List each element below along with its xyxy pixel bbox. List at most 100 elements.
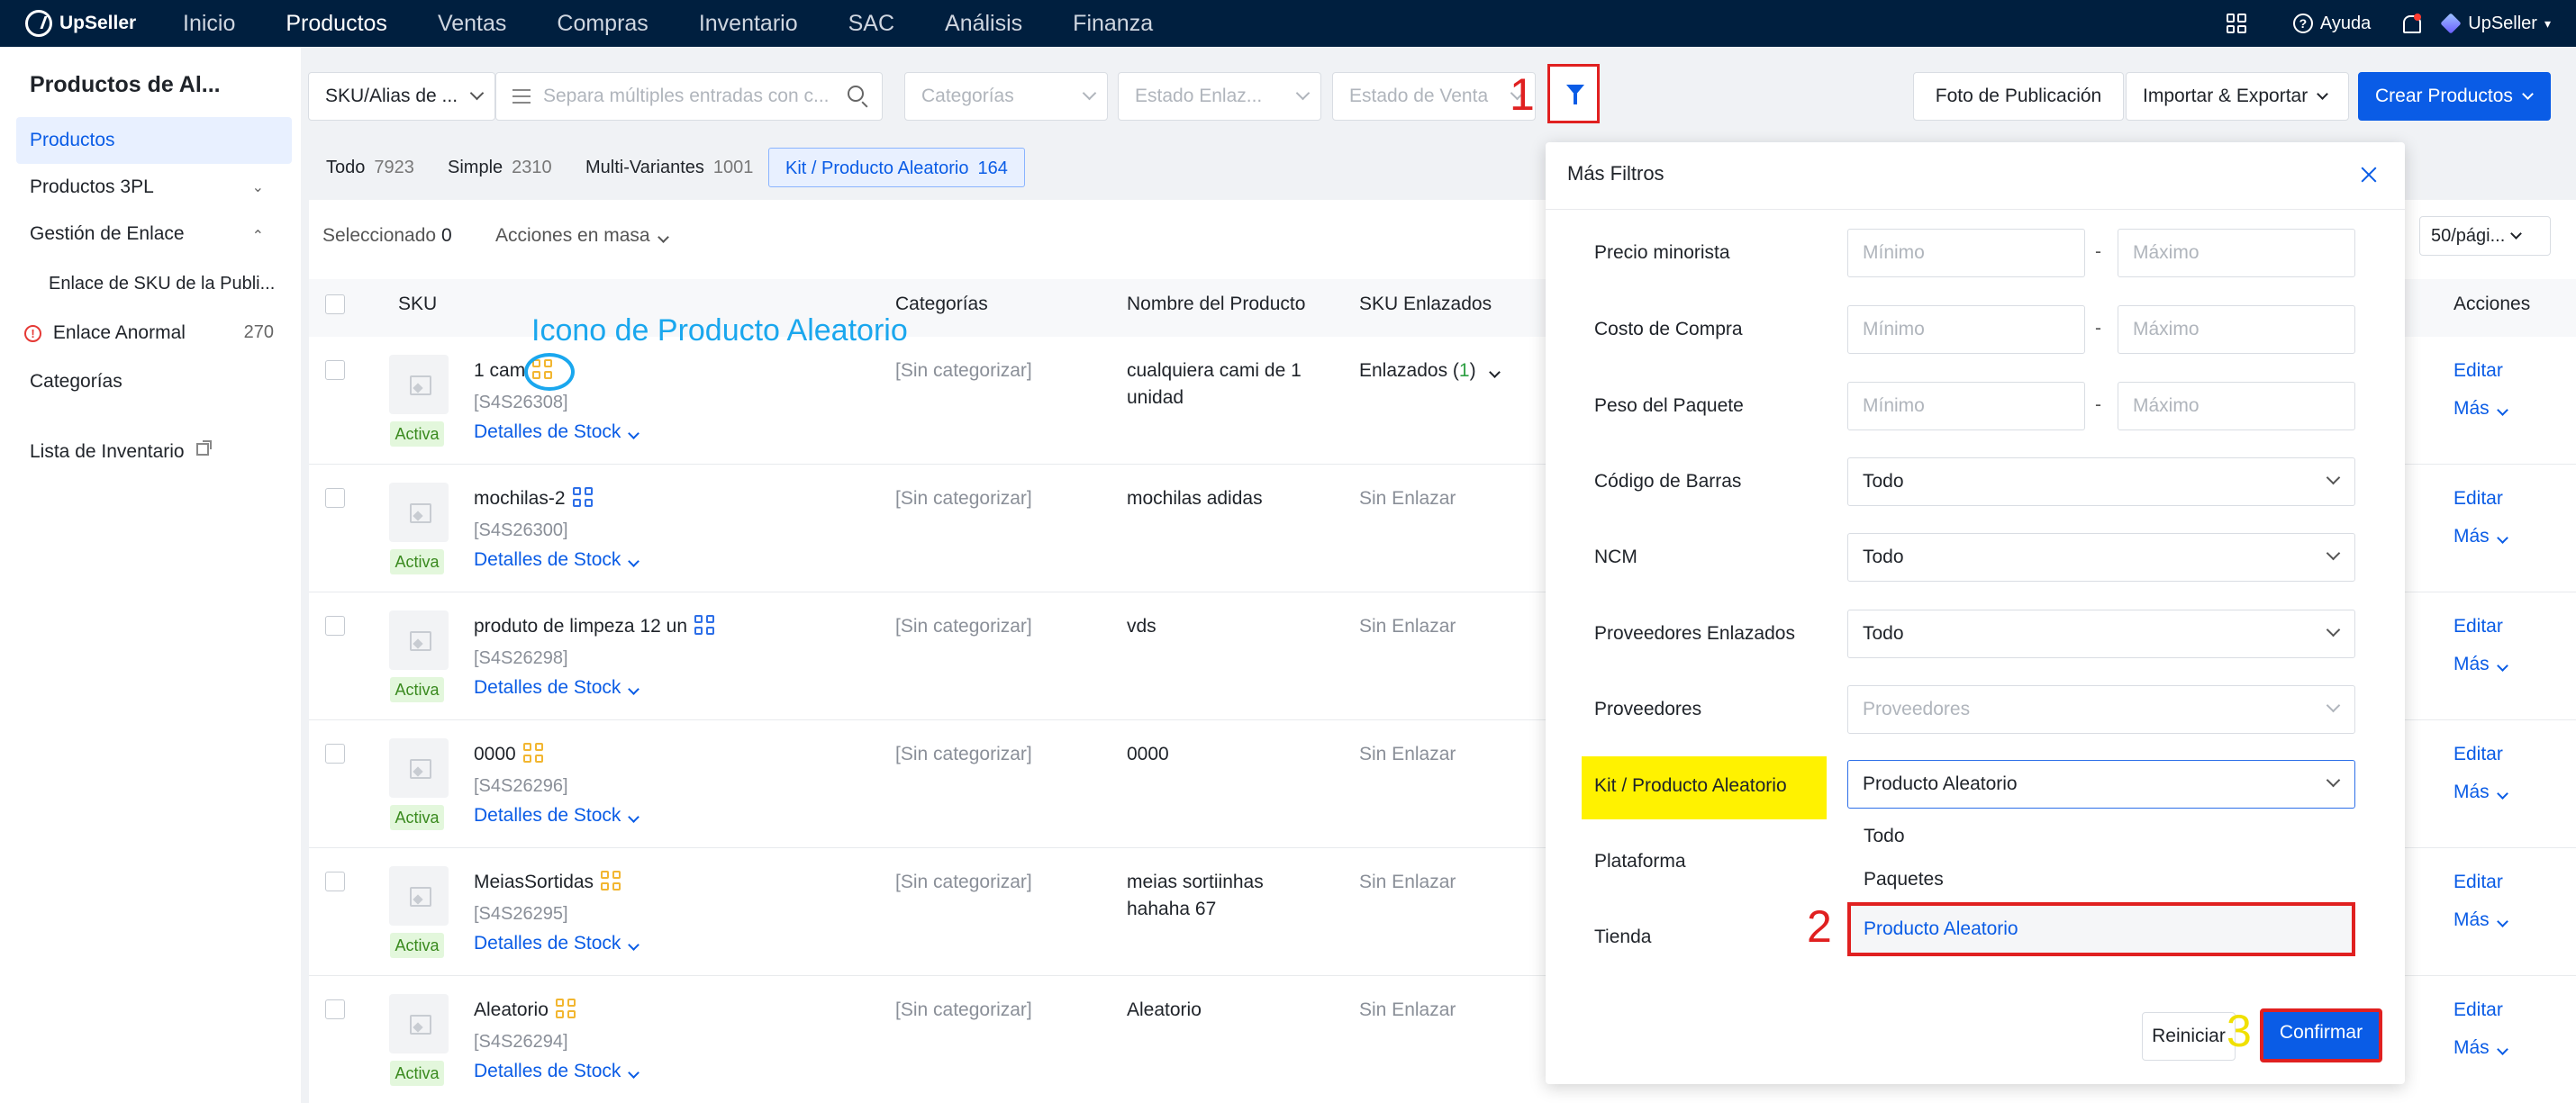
sidebar-item-productos-3pl[interactable]: Productos 3PL ⌄: [30, 176, 282, 198]
option-paquetes[interactable]: Paquetes: [1864, 866, 1944, 893]
stock-details-link[interactable]: Detalles de Stock: [474, 674, 640, 701]
sidebar-item-lista-inventario[interactable]: Lista de Inventario: [30, 440, 213, 463]
product-name[interactable]: produto de limpeza 12 un: [474, 613, 714, 640]
chevron-down-icon: [2496, 532, 2508, 544]
tab-count: 164: [977, 158, 1008, 178]
user-menu[interactable]: UpSeller: [2468, 14, 2537, 34]
peso-max-input[interactable]: Máximo: [2118, 382, 2355, 430]
chevron-down-icon[interactable]: ▾: [2544, 16, 2551, 32]
bulk-actions-dropdown[interactable]: Acciones en masa: [495, 225, 669, 247]
more-button[interactable]: Más: [2454, 779, 2508, 806]
select-all-checkbox[interactable]: [325, 294, 345, 314]
row-checkbox[interactable]: [325, 488, 345, 508]
stock-details-link[interactable]: Detalles de Stock: [474, 1058, 640, 1085]
sidebar-item-gestion-enlace[interactable]: Gestión de Enlace ⌃: [30, 223, 282, 245]
nav-finanza[interactable]: Finanza: [1073, 11, 1153, 37]
more-button[interactable]: Más: [2454, 523, 2508, 550]
costo-max-input[interactable]: Máximo: [2118, 305, 2355, 354]
page-size-select[interactable]: 50/pági...: [2419, 216, 2551, 256]
sku-type-select[interactable]: SKU/Alias de ...: [308, 72, 495, 121]
row-checkbox[interactable]: [325, 744, 345, 764]
stock-details-link[interactable]: Detalles de Stock: [474, 802, 640, 829]
reset-button[interactable]: Reiniciar: [2142, 1012, 2236, 1061]
foto-publicacion-button[interactable]: Foto de Publicación: [1913, 72, 2124, 121]
diamond-icon: [2440, 13, 2462, 34]
product-name[interactable]: Aleatorio: [474, 997, 576, 1024]
product-name[interactable]: 0000: [474, 741, 543, 768]
estado-venta-placeholder: Estado de Venta: [1349, 86, 1489, 106]
row-checkbox[interactable]: [325, 616, 345, 636]
edit-button[interactable]: Editar: [2454, 741, 2503, 768]
tab-count: 1001: [712, 158, 754, 177]
edit-button[interactable]: Editar: [2454, 357, 2503, 384]
proveedores-select[interactable]: Proveedores: [1847, 685, 2355, 734]
categorias-select[interactable]: Categorías: [904, 72, 1108, 121]
nav-productos[interactable]: Productos: [286, 11, 387, 37]
tab-kit-producto-aleatorio[interactable]: Kit / Producto Aleatorio 164: [768, 148, 1025, 187]
external-link-icon: [196, 440, 213, 456]
help-link[interactable]: Ayuda: [2320, 14, 2371, 34]
nav-inventario[interactable]: Inventario: [699, 11, 798, 37]
tab-todo[interactable]: Todo 7923: [326, 148, 414, 187]
edit-button[interactable]: Editar: [2454, 485, 2503, 512]
kit-producto-aleatorio-select[interactable]: Producto Aleatorio: [1847, 760, 2355, 809]
product-thumbnail-icon: [389, 866, 449, 926]
search-icon[interactable]: [848, 86, 864, 102]
create-products-button[interactable]: Crear Productos: [2358, 72, 2551, 121]
edit-button[interactable]: Editar: [2454, 869, 2503, 896]
kit-product-icon: [572, 487, 593, 507]
tab-multi-variantes[interactable]: Multi-Variantes 1001: [585, 148, 753, 187]
sidebar-item-productos[interactable]: Productos: [16, 117, 292, 164]
tab-simple[interactable]: Simple 2310: [448, 148, 552, 187]
option-producto-aleatorio[interactable]: Producto Aleatorio: [1847, 902, 2355, 956]
option-todo[interactable]: Todo: [1864, 823, 1905, 850]
more-filters-button[interactable]: [1547, 64, 1600, 123]
help-icon[interactable]: ?: [2292, 14, 2313, 33]
proveedores-enlazados-select[interactable]: Todo: [1847, 610, 2355, 658]
stock-details-link[interactable]: Detalles de Stock: [474, 419, 640, 446]
nav-analisis[interactable]: Análisis: [945, 11, 1022, 37]
sidebar-item-enlace-sku[interactable]: Enlace de SKU de la Publi...: [49, 274, 275, 294]
nav-inicio[interactable]: Inicio: [183, 11, 235, 37]
more-button[interactable]: Más: [2454, 907, 2508, 934]
estado-venta-select[interactable]: Estado de Venta: [1332, 72, 1536, 121]
product-name[interactable]: mochilas-2: [474, 485, 593, 512]
brand-logo[interactable]: UpSeller: [25, 10, 183, 37]
more-button[interactable]: Más: [2454, 395, 2508, 422]
product-thumbnail-icon: [389, 483, 449, 542]
confirm-button[interactable]: Confirmar: [2260, 1008, 2382, 1062]
stock-details-link[interactable]: Detalles de Stock: [474, 930, 640, 957]
precio-min-input[interactable]: Mínimo: [1847, 229, 2085, 277]
edit-button[interactable]: Editar: [2454, 997, 2503, 1024]
sidebar-item-enlace-anormal[interactable]: ! Enlace Anormal 270: [24, 322, 301, 344]
sidebar-item-categorias[interactable]: Categorías: [30, 371, 122, 393]
label-plataforma: Plataforma: [1594, 851, 1686, 872]
close-icon[interactable]: [2360, 166, 2378, 184]
bell-icon[interactable]: [2401, 14, 2422, 33]
linked-sku-toggle[interactable]: Enlazados (1): [1359, 357, 1501, 384]
row-checkbox[interactable]: [325, 360, 345, 380]
estado-enlace-select[interactable]: Estado Enlaz...: [1118, 72, 1321, 121]
row-checkbox[interactable]: [325, 872, 345, 891]
search-input[interactable]: Separa múltiples entradas con c...: [495, 72, 883, 121]
codigo-barras-select[interactable]: Todo: [1847, 457, 2355, 506]
product-name[interactable]: MeiasSortidas: [474, 869, 621, 896]
apps-grid-icon[interactable]: [2226, 14, 2246, 33]
nav-sac[interactable]: SAC: [848, 11, 894, 37]
stock-details-link[interactable]: Detalles de Stock: [474, 547, 640, 574]
max-placeholder: Máximo: [2133, 319, 2200, 339]
nav-compras[interactable]: Compras: [557, 11, 648, 37]
costo-min-input[interactable]: Mínimo: [1847, 305, 2085, 354]
more-button[interactable]: Más: [2454, 1035, 2508, 1062]
import-export-button[interactable]: Importar & Exportar: [2126, 72, 2349, 121]
link-status: Sin Enlazar: [1359, 488, 1456, 509]
ncm-select[interactable]: Todo: [1847, 533, 2355, 582]
row-checkbox[interactable]: [325, 999, 345, 1019]
peso-min-input[interactable]: Mínimo: [1847, 382, 2085, 430]
edit-button[interactable]: Editar: [2454, 613, 2503, 640]
product-category: [Sin categorizar]: [895, 744, 1032, 764]
precio-max-input[interactable]: Máximo: [2118, 229, 2355, 277]
chevron-down-icon: ⌄: [251, 180, 264, 195]
nav-ventas[interactable]: Ventas: [438, 11, 506, 37]
more-button[interactable]: Más: [2454, 651, 2508, 678]
